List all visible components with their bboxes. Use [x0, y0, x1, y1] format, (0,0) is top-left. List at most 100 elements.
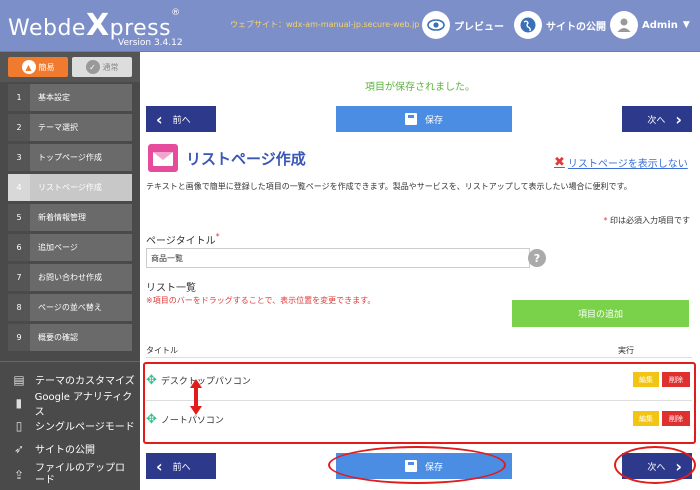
prev-button-bottom[interactable]: ‹ 前へ: [146, 453, 216, 479]
mode-normal-label: 通常: [102, 62, 119, 72]
step-number: 2: [8, 114, 30, 141]
annotation-circle-next: [614, 446, 696, 484]
drag-arrow-icon: [190, 379, 202, 415]
prev-label: 前へ: [172, 115, 191, 126]
user-avatar-icon: [610, 11, 638, 39]
logo-registered: ®: [171, 8, 181, 18]
required-note: * 印は必須入力項目です: [603, 215, 690, 226]
annotation-highlight-box: [143, 362, 696, 444]
step-label: 追加ページ: [38, 243, 78, 252]
admin-label: Admin: [642, 19, 678, 31]
chevron-left-icon: ‹: [156, 456, 163, 476]
normal-mode-icon: ✓: [85, 60, 100, 74]
publish-label: サイトの公開: [546, 21, 606, 33]
prev-button-top[interactable]: ‹ 前へ: [146, 106, 216, 132]
document-icon: ▯: [15, 418, 23, 433]
step-page-order[interactable]: 8 ページの並べ替え: [8, 294, 132, 321]
version-label: Version 3.4.12: [118, 38, 183, 48]
globe-icon: [514, 11, 542, 39]
step-number: 9: [8, 324, 30, 351]
easy-mode-icon: ▲: [21, 60, 36, 74]
step-label: リストページ作成: [38, 183, 102, 192]
step-number: 4: [8, 174, 30, 201]
column-title: タイトル: [146, 346, 178, 355]
main-content: 項目が保存されました。 ‹ 前へ 保存 次へ › リストページ作成 ✖ リストペ…: [140, 52, 700, 490]
step-label: お問い合わせ作成: [38, 273, 102, 282]
sidebar-publish[interactable]: ➶ サイトの公開: [0, 437, 140, 460]
step-number: 7: [8, 264, 30, 291]
required-asterisk: *: [215, 232, 220, 241]
annotation-circle-save: [328, 446, 506, 484]
sidebar-link-label: ファイルのアップロード: [35, 463, 125, 486]
required-note-text: 印は必須入力項目です: [610, 216, 690, 225]
floppy-disk-icon: [404, 113, 417, 125]
hide-link-label: リストページを表示しない: [567, 159, 688, 170]
eye-icon: [422, 11, 450, 39]
sidebar-single-page-mode[interactable]: ▯ シングルページモード: [0, 414, 140, 437]
sidebar-google-analytics[interactable]: ▮ Google アナリティクス: [0, 391, 140, 418]
sidebar: ▲ 簡易 ✓ 通常 1 基本設定 2 テーマ選択 3 トップページ作成 4 リストページ…: [0, 52, 140, 490]
step-news[interactable]: 5 新着情報管理: [8, 204, 132, 231]
step-additional-page[interactable]: 6 追加ページ: [8, 234, 132, 261]
page-title-input[interactable]: [146, 248, 530, 268]
preview-button[interactable]: プレビュー: [422, 10, 504, 40]
page-title: リストページ作成: [186, 150, 306, 168]
mode-normal-button[interactable]: ✓ 通常: [72, 57, 132, 77]
step-list-page[interactable]: 4 リストページ作成: [8, 174, 132, 201]
step-number: 3: [8, 144, 30, 171]
sidebar-link-label: Google アナリティクス: [34, 391, 133, 418]
save-label: 保存: [424, 115, 443, 126]
hide-list-page-link[interactable]: ✖ リストページを表示しない: [554, 155, 688, 170]
next-label: 次へ: [647, 115, 666, 126]
admin-menu[interactable]: Admin ▼: [610, 10, 690, 40]
column-action: 実行: [618, 346, 634, 355]
step-overview[interactable]: 9 概要の確認: [8, 324, 132, 351]
step-label: トップページ作成: [38, 153, 102, 162]
step-label: テーマ選択: [38, 123, 78, 132]
drag-note: ※項目のバーをドラッグすることで、表示位置を変更できます。: [146, 296, 376, 305]
step-basic-settings[interactable]: 1 基本設定: [8, 84, 132, 111]
step-number: 6: [8, 234, 30, 261]
sidebar-link-label: サイトの公開: [35, 445, 95, 456]
chevron-left-icon: ‹: [156, 109, 163, 129]
logo-text-pre: Webde: [8, 16, 86, 41]
chevron-down-icon: ▼: [682, 20, 690, 30]
step-label: 概要の確認: [38, 333, 78, 342]
step-contact[interactable]: 7 お問い合わせ作成: [8, 264, 132, 291]
sidebar-file-upload[interactable]: ⇪ ファイルのアップロード: [0, 460, 140, 490]
step-number: 8: [8, 294, 30, 321]
save-button-top[interactable]: 保存: [336, 106, 512, 132]
step-number: 5: [8, 204, 30, 231]
next-button-top[interactable]: 次へ ›: [622, 106, 692, 132]
step-top-page[interactable]: 3 トップページ作成: [8, 144, 132, 171]
add-item-button[interactable]: 項目の追加: [512, 300, 689, 327]
page-title-label: ページタイトル*: [146, 232, 220, 247]
step-label: ページの並べ替え: [38, 303, 102, 312]
sidebar-link-label: シングルページモード: [35, 422, 135, 433]
mode-switch: ▲ 簡易 ✓ 通常: [0, 52, 140, 82]
close-icon: ✖: [554, 155, 565, 170]
upload-icon: ⇪: [13, 468, 25, 482]
list-label: リスト一覧: [146, 283, 196, 294]
logo-text-x: X: [85, 8, 110, 43]
publish-site-button[interactable]: サイトの公開: [514, 10, 606, 40]
mode-easy-button[interactable]: ▲ 簡易: [8, 57, 68, 77]
table-header-divider: [146, 357, 692, 358]
step-label: 新着情報管理: [38, 213, 86, 222]
site-url-link[interactable]: ウェブサイト：wdx-am-manual-jp.secure-web.jp: [230, 19, 419, 30]
page-description: テキストと画像で簡単に登録した項目の一覧ページを作成できます。製品やサービスを、…: [146, 182, 632, 191]
envelope-icon: [148, 144, 178, 172]
chevron-right-icon: ›: [675, 109, 682, 129]
sidebar-link-label: テーマのカスタマイズ: [35, 376, 135, 387]
step-label: 基本設定: [38, 93, 70, 102]
rocket-icon: ➶: [13, 441, 25, 456]
app-header: WebdeXpress® Version 3.4.12 ウェブサイト：wdx-a…: [0, 0, 700, 52]
help-icon[interactable]: ?: [528, 249, 546, 267]
mode-easy-label: 簡易: [38, 62, 55, 72]
brush-icon: ▤: [13, 372, 25, 387]
step-theme-select[interactable]: 2 テーマ選択: [8, 114, 132, 141]
saved-message: 項目が保存されました。: [365, 82, 475, 93]
sidebar-divider: [0, 361, 140, 362]
prev-label: 前へ: [172, 462, 191, 473]
step-number: 1: [8, 84, 30, 111]
